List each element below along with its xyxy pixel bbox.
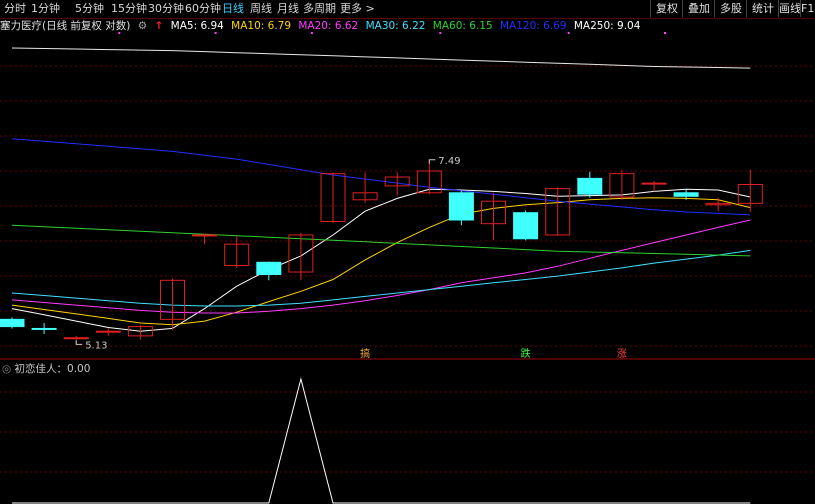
candle-body	[95, 330, 121, 333]
event-dot	[310, 32, 313, 34]
low-price-label: 5.13	[85, 340, 107, 351]
candle-body	[513, 212, 539, 240]
candle	[256, 261, 282, 281]
candle	[352, 172, 378, 203]
candle	[192, 233, 218, 245]
candle	[127, 324, 153, 340]
indicator-line	[12, 377, 751, 504]
ma120-line	[11, 138, 751, 216]
ma20-line	[11, 219, 751, 314]
candle-body	[673, 192, 699, 197]
event-dot	[567, 32, 570, 34]
signal-marker: 搞	[360, 347, 370, 360]
ma10-line	[11, 197, 751, 326]
candle	[641, 181, 667, 192]
candle-body	[192, 234, 218, 237]
candle	[31, 322, 57, 334]
signal-marker: 涨	[617, 348, 627, 360]
ma5-line	[11, 188, 751, 332]
high-marker	[428, 159, 436, 164]
candle	[577, 171, 603, 198]
candle-body	[448, 192, 474, 221]
candle	[545, 187, 571, 236]
candle	[95, 328, 121, 336]
candle-body	[0, 318, 25, 328]
high-price-label: 7.49	[438, 156, 460, 167]
event-dot	[118, 32, 121, 34]
candle	[320, 172, 346, 223]
signal-marker: 跌	[521, 347, 531, 360]
event-dot	[664, 32, 666, 34]
low-marker	[75, 340, 83, 345]
candle-body	[641, 182, 667, 185]
candle-body	[577, 177, 603, 195]
candle	[288, 232, 314, 281]
candle-body	[31, 327, 57, 330]
kline-chart[interactable]: 7.49 5.13 搞 跌 涨	[0, 0, 815, 504]
indicator-icon: ◎	[2, 363, 12, 375]
candle	[0, 317, 25, 329]
candle	[513, 210, 539, 241]
ma250-line	[11, 47, 751, 69]
candle	[481, 192, 506, 241]
event-dot	[439, 32, 442, 34]
candle-body	[256, 261, 282, 275]
candle	[448, 190, 474, 226]
indicator-label: ◎ 初恋佳人：0.00	[2, 362, 90, 376]
candle-body	[63, 337, 89, 340]
event-dot	[214, 32, 217, 34]
indicator-value: 初恋佳人：0.00	[14, 363, 91, 375]
